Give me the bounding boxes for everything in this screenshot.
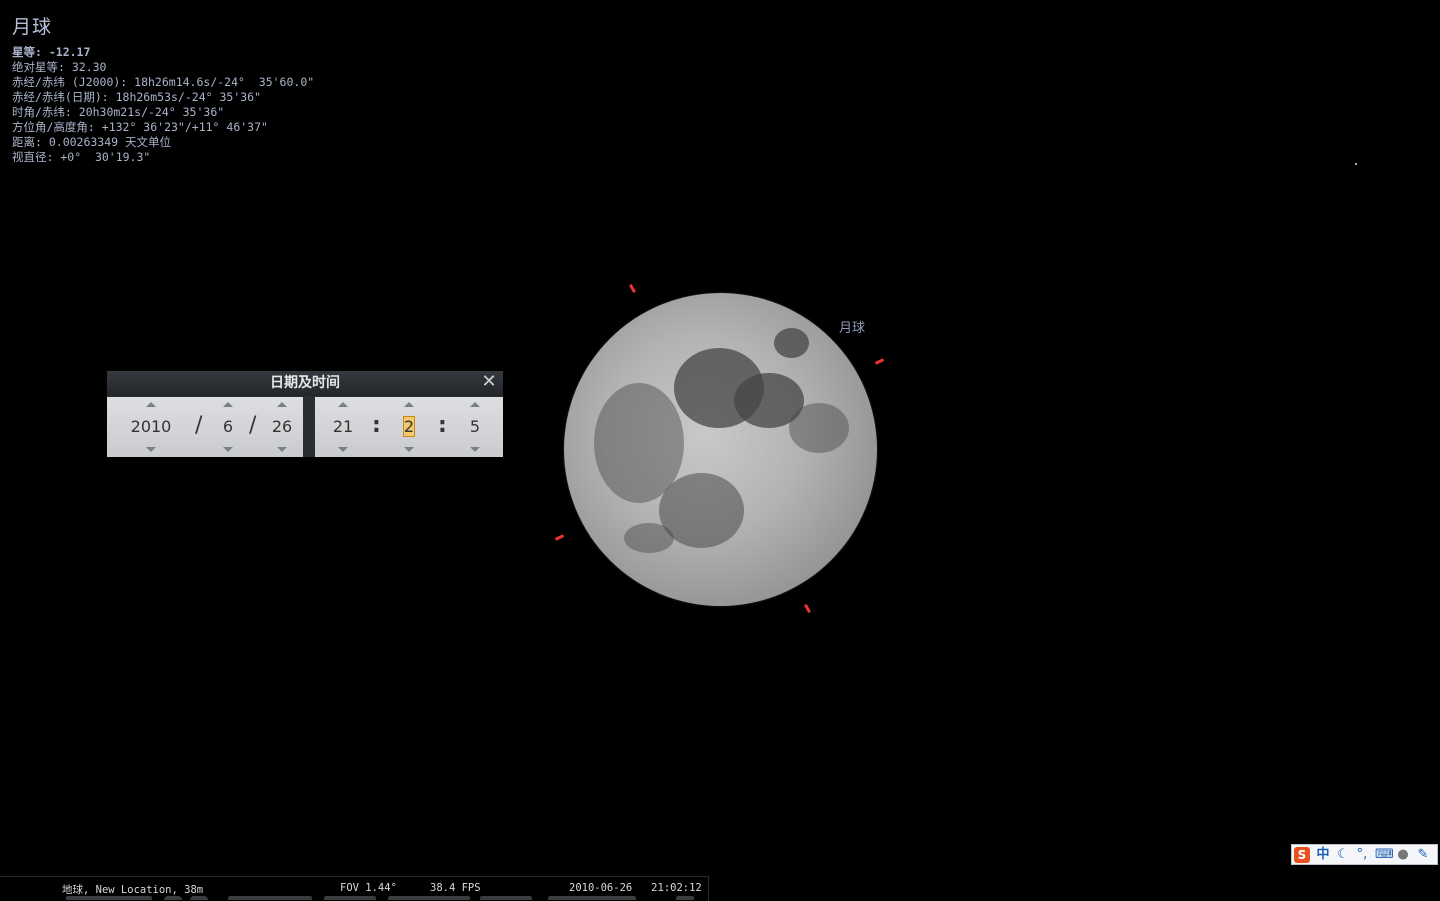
- close-icon[interactable]: ✕: [481, 373, 497, 391]
- moon-label: 月球: [839, 321, 866, 336]
- day-spinner[interactable]: 26: [265, 397, 299, 457]
- status-location: 地球, New Location, 38m: [62, 884, 204, 896]
- toolbar-button[interactable]: [228, 896, 312, 900]
- minute-spinner[interactable]: 2: [393, 397, 425, 457]
- date-separator: /: [249, 413, 257, 438]
- date-panel: 2010 / 6 / 26: [107, 397, 303, 457]
- hour-down-arrow-icon[interactable]: [338, 447, 348, 452]
- status-fov: FOV 1.44°: [340, 882, 397, 894]
- year-down-arrow-icon[interactable]: [146, 447, 156, 452]
- minute-up-arrow-icon[interactable]: [404, 402, 414, 407]
- moon-body[interactable]: [564, 293, 877, 606]
- selection-marker: [554, 534, 565, 541]
- month-value[interactable]: 6: [212, 417, 244, 437]
- chinese-mode-icon[interactable]: 中: [1315, 847, 1331, 863]
- date-time-dialog[interactable]: 日期及时间 ✕ 2010 / 6 / 26 21: 2: 5: [107, 371, 503, 457]
- bottom-toolbar-edge[interactable]: [60, 896, 700, 900]
- info-ra-dec-date: 赤经/赤纬(日期): 18h26m53s/-24° 35'36": [12, 90, 262, 104]
- moon-mare: [624, 523, 674, 553]
- status-datetime: 2010-06-26 21:02:12: [569, 882, 702, 894]
- keyboard-icon[interactable]: ⌨: [1375, 847, 1394, 863]
- day-down-arrow-icon[interactable]: [277, 447, 287, 452]
- month-up-arrow-icon[interactable]: [223, 402, 233, 407]
- info-absolute-magnitude: 绝对星等: 32.30: [12, 60, 107, 74]
- minute-value-text[interactable]: 2: [402, 416, 416, 437]
- info-az-alt: 方位角/高度角: +132° 36'23"/+11° 46'37": [12, 120, 268, 134]
- moon-mare: [774, 328, 809, 358]
- wrench-icon[interactable]: ✎: [1415, 847, 1431, 863]
- month-spinner[interactable]: 6: [212, 397, 244, 457]
- selection-marker: [874, 358, 885, 365]
- time-separator: :: [372, 413, 381, 438]
- hour-up-arrow-icon[interactable]: [338, 402, 348, 407]
- info-distance: 距离: 0.00263349 天文单位: [12, 135, 172, 149]
- dialog-title: 日期及时间: [270, 375, 340, 391]
- sogou-logo-icon[interactable]: S: [1294, 847, 1310, 863]
- minute-down-arrow-icon[interactable]: [404, 447, 414, 452]
- year-up-arrow-icon[interactable]: [146, 402, 156, 407]
- object-name: 月球: [12, 16, 53, 38]
- toolbar-button[interactable]: [480, 896, 532, 900]
- info-magnitude: 星等: -12.17: [12, 45, 91, 59]
- info-hour-angle: 时角/赤纬: 20h30m21s/-24° 35'36": [12, 105, 225, 119]
- time-separator: :: [438, 413, 447, 438]
- day-up-arrow-icon[interactable]: [277, 402, 287, 407]
- user-icon[interactable]: ●: [1395, 847, 1411, 863]
- star-point[interactable]: [1355, 163, 1357, 165]
- hour-spinner[interactable]: 21: [327, 397, 359, 457]
- minute-value[interactable]: 2: [393, 416, 425, 437]
- month-down-arrow-icon[interactable]: [223, 447, 233, 452]
- toolbar-button[interactable]: [676, 896, 694, 900]
- second-spinner[interactable]: 5: [459, 397, 491, 457]
- toolbar-button[interactable]: [66, 896, 152, 900]
- selection-marker: [803, 603, 812, 614]
- status-fps: 38.4 FPS: [430, 882, 481, 894]
- sky-view[interactable]: 月球 星等: -12.17 绝对星等: 32.30 赤经/赤纬 (J2000):…: [0, 0, 1440, 901]
- day-value[interactable]: 26: [265, 417, 299, 437]
- info-ra-dec-j2000: 赤经/赤纬 (J2000): 18h26m14.6s/-24° 35'60.0": [12, 75, 315, 89]
- toolbar-button[interactable]: [548, 896, 636, 900]
- dialog-body: 2010 / 6 / 26 21: 2: 5: [107, 396, 503, 457]
- hour-value[interactable]: 21: [327, 417, 359, 437]
- ime-toolbar[interactable]: S 中 ☾ °, ⌨ ● ✎: [1291, 844, 1438, 865]
- moon-icon[interactable]: ☾: [1335, 847, 1351, 863]
- toolbar-button[interactable]: [190, 896, 208, 900]
- dialog-titlebar[interactable]: 日期及时间 ✕: [107, 371, 503, 396]
- year-spinner[interactable]: 2010: [127, 397, 175, 457]
- date-separator: /: [195, 413, 203, 438]
- toolbar-button[interactable]: [324, 896, 376, 900]
- toolbar-button[interactable]: [388, 896, 470, 900]
- second-value[interactable]: 5: [459, 417, 491, 437]
- moon-mare: [789, 403, 849, 453]
- second-up-arrow-icon[interactable]: [470, 402, 480, 407]
- selection-marker: [628, 283, 637, 294]
- toolbar-button[interactable]: [164, 896, 182, 900]
- year-value[interactable]: 2010: [127, 417, 175, 437]
- info-apparent-diameter: 视直径: +0° 30'19.3": [12, 150, 151, 164]
- punctuation-icon[interactable]: °,: [1354, 847, 1370, 863]
- time-panel: 21 : 2 : 5: [315, 397, 503, 457]
- second-down-arrow-icon[interactable]: [470, 447, 480, 452]
- object-info: 月球 星等: -12.17 绝对星等: 32.30 赤经/赤纬 (J2000):…: [12, 12, 314, 165]
